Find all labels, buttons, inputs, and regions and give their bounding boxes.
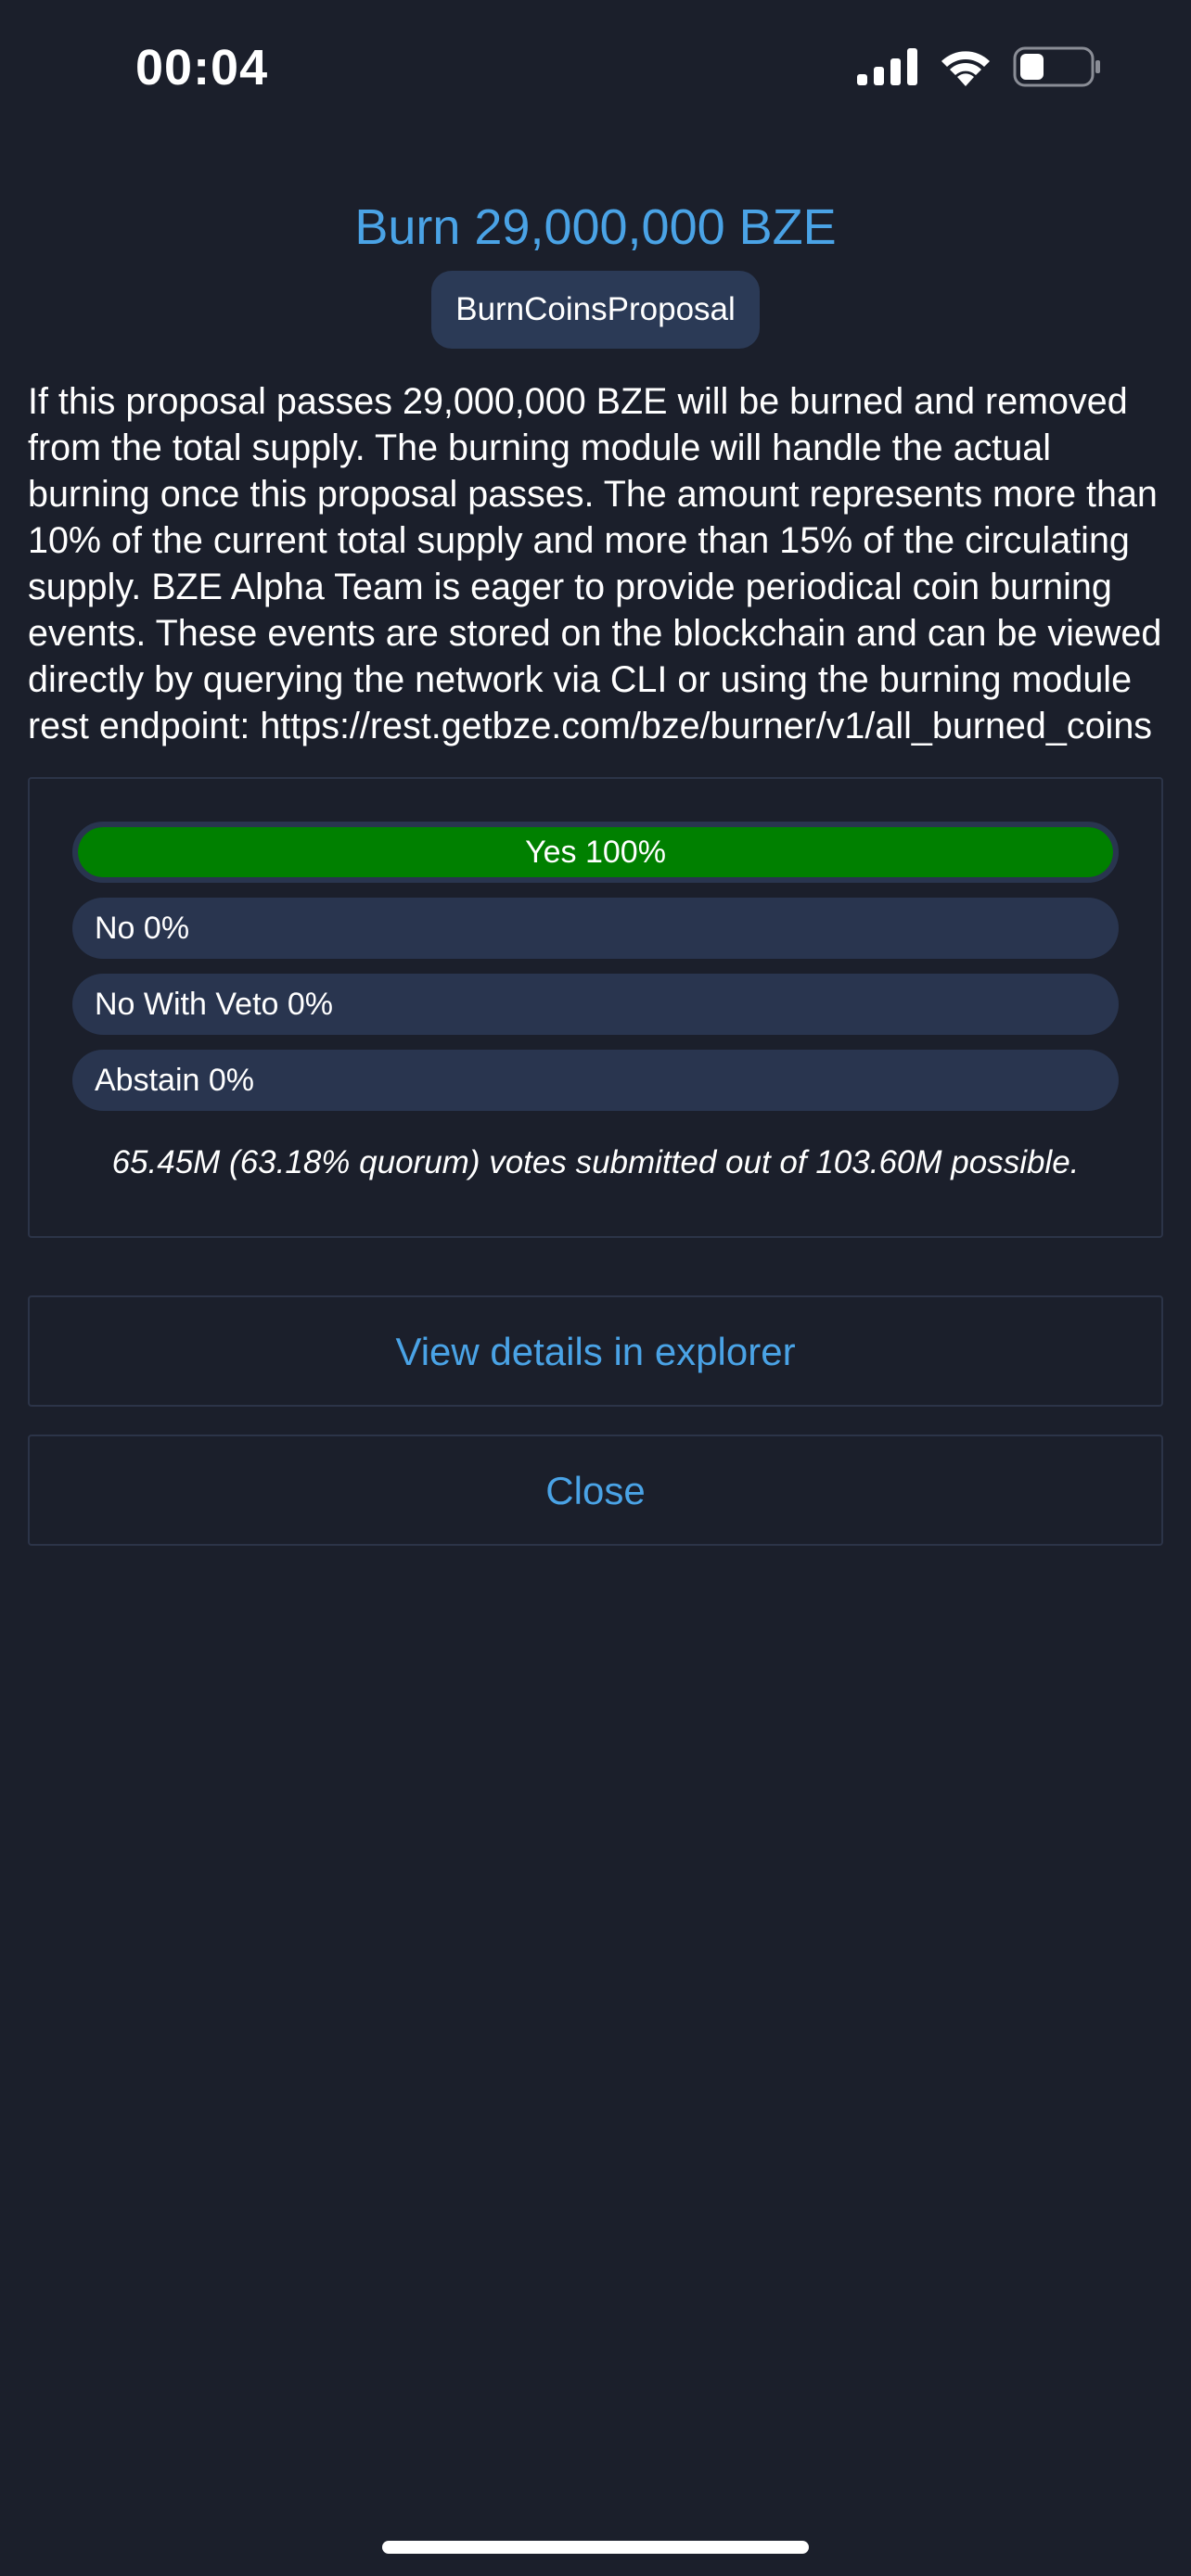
battery-icon	[1013, 46, 1100, 87]
quorum-note: 65.45M (63.18% quorum) votes submitted o…	[111, 1144, 1080, 1180]
proposal-type-badge: BurnCoinsProposal	[431, 271, 760, 349]
proposal-description: If this proposal passes 29,000,000 BZE w…	[28, 381, 1162, 746]
signal-icon	[857, 48, 917, 85]
home-indicator[interactable]	[382, 2541, 809, 2554]
vote-bar-no-with-veto: No With Veto 0%	[72, 974, 1119, 1035]
votes-panel: Yes 100% No 0% No With Veto 0% Abstain 0…	[28, 777, 1163, 1238]
vote-bar-no: No 0%	[72, 898, 1119, 959]
status-time: 00:04	[135, 40, 269, 96]
close-button[interactable]: Close	[28, 1435, 1163, 1546]
vote-label-yes: Yes 100%	[525, 834, 666, 870]
vote-bar-yes: Yes 100%	[72, 822, 1119, 883]
wifi-icon	[941, 51, 990, 86]
vote-label-no-with-veto: No With Veto 0%	[95, 986, 334, 1022]
vote-label-abstain: Abstain 0%	[95, 1062, 254, 1098]
status-icons	[857, 46, 1102, 87]
badge-wrap: BurnCoinsProposal	[28, 271, 1163, 349]
vote-bar-abstain: Abstain 0%	[72, 1050, 1119, 1111]
proposal-title: Burn 29,000,000 BZE	[354, 199, 837, 255]
view-in-explorer-button[interactable]: View details in explorer	[28, 1295, 1163, 1407]
status-bar: 00:04	[0, 0, 1191, 139]
vote-label-no: No 0%	[95, 910, 190, 946]
proposal-detail: Burn 29,000,000 BZE BurnCoinsProposal If…	[28, 185, 1163, 1546]
